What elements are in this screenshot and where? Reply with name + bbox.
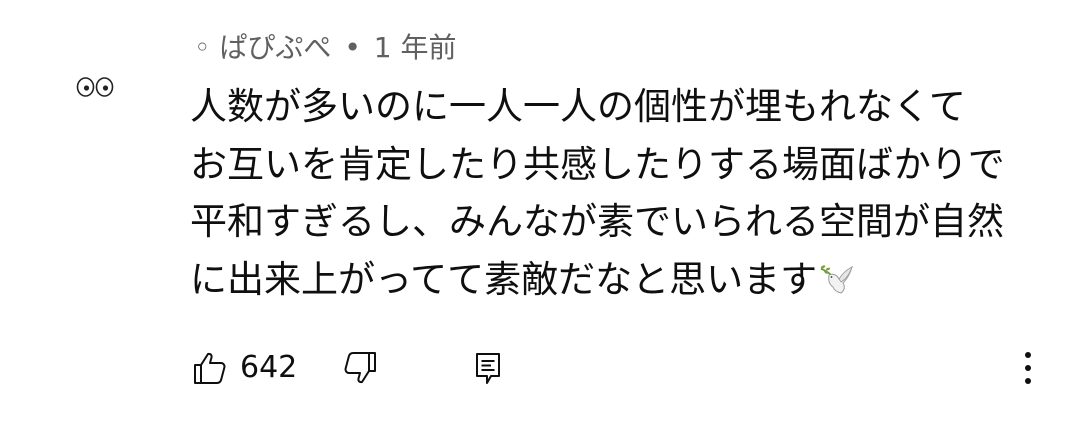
reply-icon bbox=[476, 353, 500, 384]
more-options-button[interactable] bbox=[1016, 346, 1040, 390]
header-separator: • bbox=[344, 31, 361, 64]
eyes-icon bbox=[76, 77, 114, 97]
comment-line-last: に出来上がってて素敵だなと思います bbox=[190, 251, 1050, 309]
reply-button[interactable] bbox=[470, 350, 506, 386]
comment-line: 人数が多いのに一人一人の個性が埋もれなくて bbox=[190, 85, 966, 128]
dove-icon bbox=[820, 264, 854, 294]
comment-age[interactable]: 1 年前 bbox=[374, 31, 457, 64]
reply-bullet: ◦ bbox=[194, 31, 211, 64]
comment-line: 平和すぎるし、みんなが素でいられる空間が自然 bbox=[190, 200, 1004, 243]
comment-line: お互いを肯定したり共感したりする場面ばかりで bbox=[190, 142, 1005, 186]
thumbs-down-icon bbox=[344, 352, 376, 384]
dislike-button[interactable] bbox=[342, 350, 378, 386]
avatar[interactable] bbox=[76, 76, 114, 98]
like-button[interactable] bbox=[192, 350, 228, 386]
comment-body: 人数が多いのに一人一人の個性が埋もれなくて お互いを肯定したり共感したりする場面… bbox=[190, 78, 1050, 308]
comment-actions: 642 bbox=[190, 346, 1050, 394]
comment-line-text: に出来上がってて素敵だなと思います bbox=[190, 257, 818, 301]
like-count: 642 bbox=[240, 350, 298, 385]
more-vert-icon bbox=[1025, 352, 1031, 384]
thumbs-up-icon bbox=[194, 352, 226, 384]
comment-header: ◦ ぱぴぷぺ • 1 年前 bbox=[194, 28, 456, 68]
author-name[interactable]: ぱぴぷぺ bbox=[219, 31, 331, 64]
